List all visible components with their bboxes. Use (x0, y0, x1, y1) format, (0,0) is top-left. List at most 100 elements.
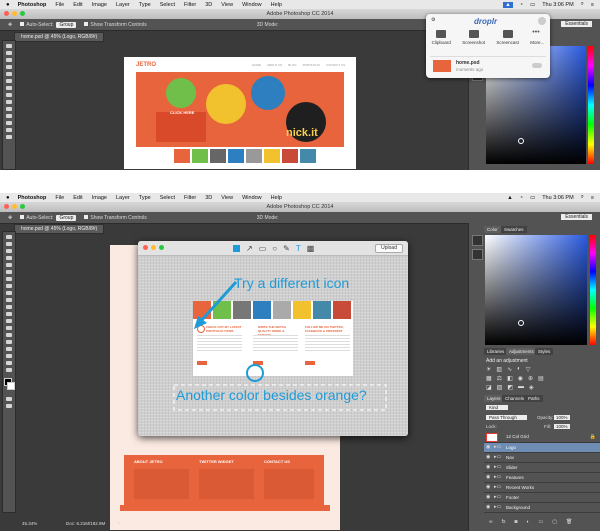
tab-libraries[interactable]: Libraries (484, 348, 508, 355)
vibrance-icon[interactable]: ▽ (526, 366, 531, 373)
hue-sat-icon[interactable]: ▦ (486, 375, 492, 382)
settings-icon[interactable]: ⚙ (431, 17, 435, 23)
menu-image[interactable]: Image (92, 2, 107, 8)
menu-image[interactable]: Image (92, 195, 107, 201)
channel-mixer-icon[interactable]: ⊕ (528, 375, 533, 382)
fx-icon[interactable]: fx (502, 519, 506, 525)
tool-heal-icon[interactable] (6, 277, 12, 281)
menu-type[interactable]: Type (139, 2, 151, 8)
lookup-icon[interactable]: ▤ (538, 375, 544, 382)
tool-path-select-icon[interactable] (6, 347, 12, 351)
menu-help[interactable]: Help (271, 195, 282, 201)
workspace-select[interactable]: Essentials (561, 21, 592, 27)
hue-slider[interactable] (588, 46, 594, 164)
tool-lasso-icon[interactable] (6, 58, 12, 62)
tool-shape-icon[interactable] (6, 354, 12, 358)
tab-paths[interactable]: Paths (525, 395, 543, 402)
screenshot-button[interactable]: Screenshot (462, 30, 485, 45)
menu-photoshop[interactable]: Photoshop (18, 195, 47, 201)
pencil-tool-icon[interactable]: ✎ (283, 244, 290, 253)
eye-icon[interactable]: ◉ (486, 454, 490, 460)
rectangle-tool-icon[interactable]: ▭ (259, 244, 267, 253)
layer-filter-select[interactable]: Kind (486, 405, 509, 410)
mask-icon[interactable]: ◙ (514, 519, 517, 525)
tool-quick-select-icon[interactable] (6, 65, 12, 69)
document-tab[interactable]: home.psd @ 45% (Logo, RGB/8#) (14, 32, 105, 42)
tool-move-icon[interactable] (6, 44, 12, 48)
clock-text[interactable]: Thu 3:06 PM (542, 195, 574, 201)
close-icon[interactable] (4, 204, 9, 209)
eye-icon[interactable]: ◉ (486, 494, 490, 500)
bw-icon[interactable]: ◧ (507, 375, 513, 382)
brightness-icon[interactable]: ☀ (486, 366, 491, 373)
menu-photoshop[interactable]: Photoshop (18, 2, 47, 8)
new-layer-icon[interactable]: ▢ (552, 519, 557, 525)
ellipse-tool-icon[interactable]: ○ (272, 244, 277, 253)
text-tool-icon[interactable]: T (296, 244, 301, 253)
more-button[interactable]: ••• More... (530, 29, 544, 45)
battery-icon[interactable]: ▭ (530, 2, 535, 8)
eye-icon[interactable]: ◉ (486, 484, 490, 490)
tool-heal-icon[interactable] (6, 86, 12, 90)
blend-mode-select[interactable]: Pass Through (486, 415, 527, 420)
tool-history-icon[interactable] (6, 107, 12, 111)
photo-filter-icon[interactable]: ◉ (518, 375, 523, 382)
eye-icon[interactable]: ◉ (486, 504, 490, 510)
pixelate-tool-icon[interactable]: ▩ (307, 244, 315, 253)
workspace-select[interactable]: Essentials (561, 214, 592, 220)
notifications-icon[interactable]: ≡ (591, 195, 594, 201)
tool-stamp-icon[interactable] (6, 100, 12, 104)
group-select[interactable]: Group (56, 21, 77, 28)
wifi-icon[interactable]: ◔ (520, 195, 523, 201)
tab-adjustments[interactable]: Adjustments (506, 348, 537, 355)
menu-window[interactable]: Window (242, 195, 262, 201)
close-icon[interactable] (143, 245, 148, 250)
tab-channels[interactable]: Channels (502, 395, 528, 402)
tool-quick-select-icon[interactable] (6, 256, 12, 260)
menu-layer[interactable]: Layer (116, 195, 130, 201)
menu-select[interactable]: Select (160, 2, 175, 8)
trash-icon[interactable]: 🗑 (566, 519, 572, 525)
levels-icon[interactable]: ▥ (496, 366, 502, 373)
tool-hand-icon[interactable] (6, 361, 12, 365)
tool-history-icon[interactable] (6, 298, 12, 302)
close-icon[interactable] (4, 11, 9, 16)
tool-crop-icon[interactable] (6, 263, 12, 267)
zoom-level[interactable]: 45.34% (22, 521, 37, 526)
tool-pen-icon[interactable] (6, 333, 12, 337)
minimize-icon[interactable] (12, 11, 17, 16)
droplr-menu-icon[interactable]: ▲ (507, 195, 512, 201)
tool-dodge-icon[interactable] (6, 135, 12, 139)
search-icon[interactable]: ⌕ (581, 194, 584, 201)
screencast-button[interactable]: Screencast (496, 30, 519, 45)
tool-gradient-icon[interactable] (6, 121, 12, 125)
auto-select-checkbox[interactable]: Auto-Select: (20, 22, 53, 28)
tool-type-icon[interactable] (6, 340, 12, 344)
layer-row[interactable]: ◉ ▸▭ Nav (484, 453, 600, 463)
tab-layers[interactable]: Layers (484, 395, 504, 402)
menu-select[interactable]: Select (160, 195, 175, 201)
menu-edit[interactable]: Edit (73, 2, 82, 8)
layer-row[interactable]: ◉ ▸▭ Background (484, 503, 600, 513)
tool-stamp-icon[interactable] (6, 291, 12, 295)
adjustment-layer-icon[interactable]: ◐ (527, 519, 530, 525)
menu-3d[interactable]: 3D (205, 2, 212, 8)
transform-checkbox[interactable]: Show Transform Controls (84, 215, 147, 221)
menu-3d[interactable]: 3D (205, 195, 212, 201)
fill-input[interactable]: 100% (554, 424, 570, 429)
document-tab[interactable]: home.psd @ 45% (Logo, RGB/8#) (14, 224, 105, 234)
panel-collapse-icon[interactable] (472, 235, 483, 246)
transform-checkbox[interactable]: Show Transform Controls (84, 22, 147, 28)
arrow-tool-icon[interactable]: ↗ (246, 244, 253, 253)
threshold-icon[interactable]: ◩ (507, 384, 513, 391)
tool-eyedropper-icon[interactable] (6, 270, 12, 274)
tool-lasso-icon[interactable] (6, 249, 12, 253)
tool-zoom-icon[interactable] (6, 368, 12, 372)
menu-filter[interactable]: Filter (184, 195, 196, 201)
menu-view[interactable]: View (221, 2, 233, 8)
move-tool-icon[interactable]: ✥ (8, 22, 12, 28)
layer-row[interactable]: ◉ ▸▭ Features (484, 473, 600, 483)
tool-crop-icon[interactable] (6, 72, 12, 76)
document-canvas[interactable]: JETRO HOME ABOUT US BLOG PORTFOLIO CONTACT U… (124, 57, 356, 169)
menu-file[interactable]: File (55, 2, 64, 8)
